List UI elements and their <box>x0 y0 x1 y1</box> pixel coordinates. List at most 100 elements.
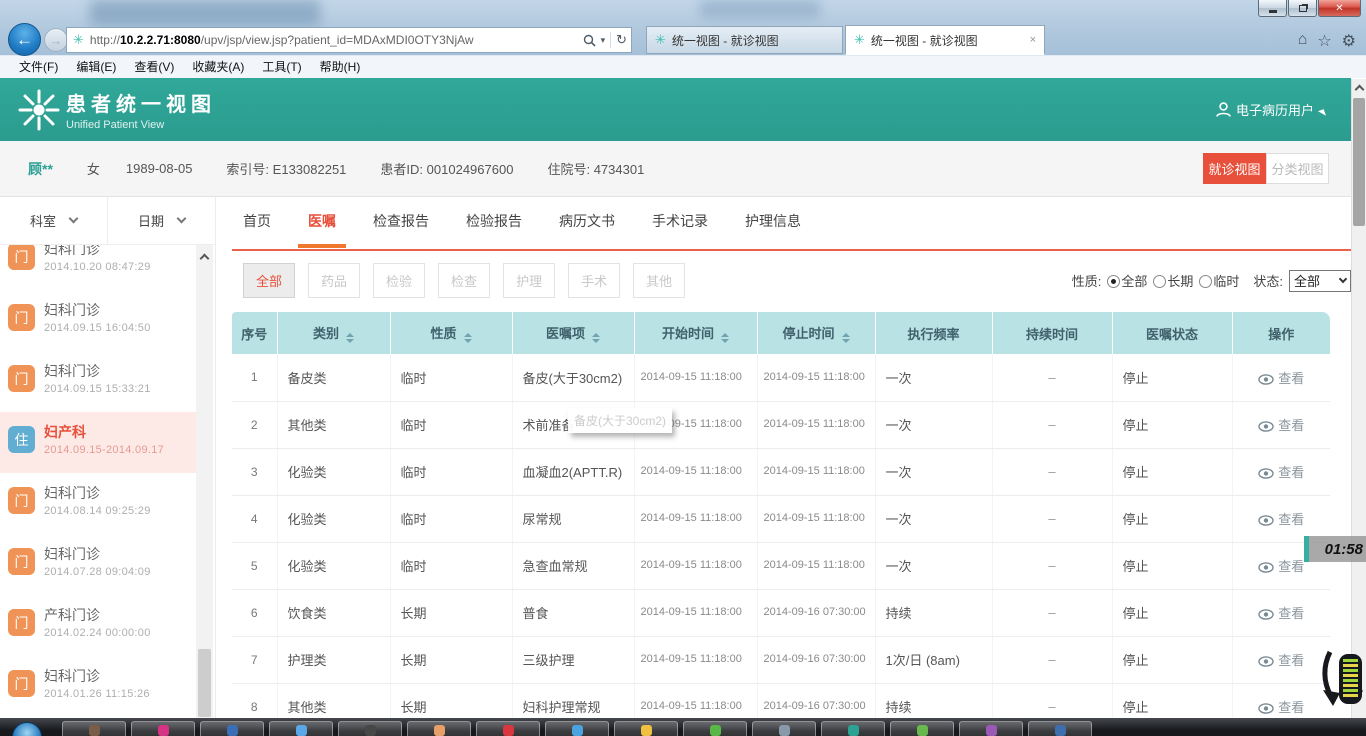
taskbar-app-button[interactable] <box>338 721 402 736</box>
tab-close-icon[interactable]: × <box>1030 34 1036 46</box>
taskbar-app-button[interactable] <box>200 721 264 736</box>
view-link[interactable]: 查看 <box>1232 636 1330 684</box>
order-type-chip[interactable]: 手术 <box>568 263 621 298</box>
nature-radio[interactable] <box>1199 275 1213 288</box>
nature-radio[interactable] <box>1107 275 1121 288</box>
settings-gear-icon[interactable]: ⚙ <box>1342 31 1356 51</box>
search-icon[interactable] <box>583 34 596 47</box>
order-type-chip[interactable]: 全部 <box>243 263 296 298</box>
sidebar-scrollbar[interactable] <box>196 245 213 718</box>
taskbar-app-button[interactable] <box>890 721 954 736</box>
visit-list-item[interactable]: 住妇产科 2014.09.15-2014.09.17 <box>0 412 197 473</box>
view-link[interactable]: 查看 <box>1232 354 1330 402</box>
menu-item[interactable]: 文件(F) <box>10 56 67 79</box>
back-button[interactable]: ← <box>8 23 41 56</box>
sort-icon[interactable] <box>841 333 850 343</box>
view-link[interactable]: 查看 <box>1232 683 1330 718</box>
browser-tab-2[interactable]: ✳ 统一视图 - 就诊视图 × <box>845 25 1045 55</box>
view-link[interactable]: 查看 <box>1232 401 1330 449</box>
dept-filter-dropdown[interactable]: 科室 <box>0 197 108 244</box>
taskbar-app-button[interactable] <box>269 721 333 736</box>
tab-section[interactable]: 病历文书 <box>559 211 615 245</box>
taskbar-app-button[interactable] <box>683 721 747 736</box>
home-icon[interactable]: ⌂ <box>1298 31 1308 51</box>
category-view-button[interactable]: 分类视图 <box>1266 153 1329 184</box>
visit-list-item[interactable]: 门妇科门诊 2014.09.15 16:04:50 <box>0 290 197 351</box>
visit-list-item[interactable]: 门妇科门诊 2014.07.28 09:04:09 <box>0 534 197 595</box>
taskbar-app-button[interactable] <box>752 721 816 736</box>
taskbar-app-button[interactable] <box>476 721 540 736</box>
taskbar-app-button[interactable] <box>614 721 678 736</box>
scroll-up-arrow-icon[interactable] <box>1352 79 1366 96</box>
column-header[interactable]: 性质 <box>390 312 513 354</box>
visit-date: 2014.10.20 08:47:29 <box>44 261 151 273</box>
tab-section[interactable]: 护理信息 <box>745 211 801 245</box>
view-link[interactable]: 查看 <box>1232 495 1330 543</box>
column-header[interactable]: 医嘱项 <box>512 312 635 354</box>
scrollbar-thumb[interactable] <box>198 649 211 717</box>
back-arrow-icon: ← <box>16 29 33 49</box>
cell-status: 停止 <box>1112 542 1233 590</box>
minimize-button[interactable] <box>1258 0 1287 17</box>
start-button[interactable] <box>12 722 42 736</box>
column-header[interactable]: 开始时间 <box>634 312 758 354</box>
sort-icon[interactable] <box>463 333 472 343</box>
column-header[interactable]: 停止时间 <box>757 312 876 354</box>
date-filter-dropdown[interactable]: 日期 <box>108 197 215 244</box>
status-select[interactable]: 全部 <box>1289 269 1351 292</box>
view-link[interactable]: 查看 <box>1232 589 1330 637</box>
forward-button[interactable]: → <box>44 28 68 52</box>
taskbar-app-icon <box>226 725 238 736</box>
taskbar-app-button[interactable] <box>545 721 609 736</box>
cell-stop-time: 2014-09-15 11:18:00 <box>757 495 876 543</box>
view-link[interactable]: 查看 <box>1232 448 1330 496</box>
user-menu[interactable]: 电子病历用户 <box>1215 100 1327 119</box>
scrollbar-thumb[interactable] <box>1353 98 1365 226</box>
search-dropdown-caret[interactable]: ▾ <box>601 35 606 46</box>
order-type-chip[interactable]: 其他 <box>633 263 686 298</box>
visit-list-item[interactable]: 门妇科门诊 2014.01.26 11:15:26 <box>0 656 197 717</box>
visit-view-button[interactable]: 就诊视图 <box>1203 153 1266 184</box>
restore-button[interactable] <box>1288 0 1317 17</box>
nature-radio[interactable] <box>1153 275 1167 288</box>
order-type-chip[interactable]: 检查 <box>438 263 491 298</box>
visit-list-item[interactable]: 门妇科门诊 2014.09.15 15:33:21 <box>0 351 197 412</box>
menu-item[interactable]: 工具(T) <box>253 56 310 79</box>
sort-icon[interactable] <box>721 333 729 343</box>
order-type-chip[interactable]: 检验 <box>373 263 426 298</box>
sort-icon[interactable] <box>346 333 354 343</box>
menu-item[interactable]: 查看(V) <box>125 56 183 79</box>
tab-section[interactable]: 检验报告 <box>466 211 522 245</box>
tab-active-section[interactable]: 医嘱 <box>298 211 346 248</box>
taskbar-app-button[interactable] <box>821 721 885 736</box>
page-scrollbar[interactable] <box>1351 79 1366 718</box>
scroll-up-arrow-icon[interactable] <box>196 245 213 267</box>
menu-item[interactable]: 收藏夹(A) <box>183 56 253 79</box>
column-header[interactable]: 类别 <box>277 312 391 354</box>
visit-list-item[interactable]: 门妇科门诊 2014.08.14 09:25:29 <box>0 473 197 534</box>
taskbar-app-button[interactable] <box>407 721 471 736</box>
taskbar-app-button[interactable] <box>959 721 1023 736</box>
order-type-chip[interactable]: 药品 <box>308 263 361 298</box>
tab-section[interactable]: 手术记录 <box>652 211 708 245</box>
favorites-star-icon[interactable]: ☆ <box>1317 31 1331 51</box>
visit-list-item[interactable]: 门产科门诊 2014.02.24 00:00:00 <box>0 595 197 656</box>
view-link-label: 查看 <box>1278 512 1305 527</box>
close-button[interactable]: ✕ <box>1318 0 1361 17</box>
tab-section[interactable]: 首页 <box>243 211 271 245</box>
taskbar-app-button[interactable] <box>131 721 195 736</box>
browser-tab-1[interactable]: ✳ 统一视图 - 就诊视图 <box>646 26 843 54</box>
refresh-icon[interactable]: ↻ <box>616 32 627 48</box>
taskbar-app-button[interactable] <box>1028 721 1092 736</box>
inpatient-icon: 住 <box>8 426 35 453</box>
taskbar-app-button[interactable] <box>62 721 126 736</box>
taskbar-app-icon <box>847 725 859 736</box>
sort-icon[interactable] <box>592 333 600 343</box>
visit-list-item[interactable]: 门妇科门诊 2014.10.20 08:47:29 <box>0 245 197 290</box>
order-type-chip[interactable]: 护理 <box>503 263 556 298</box>
menu-item[interactable]: 帮助(H) <box>311 56 370 79</box>
sort-down-arrow-icon <box>463 339 472 343</box>
menu-item[interactable]: 编辑(E) <box>67 56 125 79</box>
address-bar[interactable]: ✳ http://10.2.2.71:8080/upv/jsp/view.jsp… <box>66 27 632 53</box>
tab-section[interactable]: 检查报告 <box>373 211 429 245</box>
